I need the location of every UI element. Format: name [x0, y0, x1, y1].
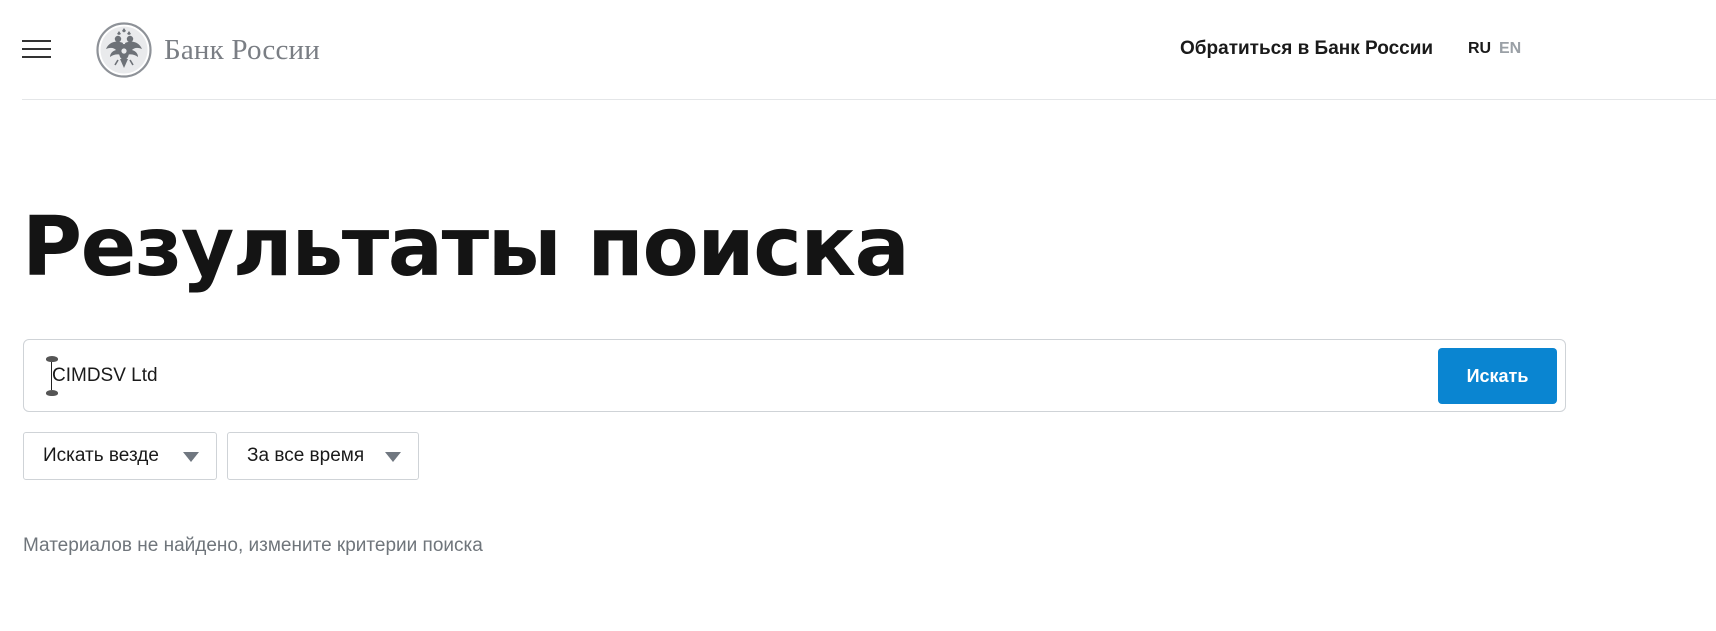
hamburger-menu-icon[interactable] [22, 38, 52, 60]
search-box: Искать [23, 339, 1566, 412]
period-dropdown[interactable]: За все время [227, 432, 419, 480]
no-results-message: Материалов не найдено, измените критерии… [23, 535, 483, 556]
scope-dropdown[interactable]: Искать везде [23, 432, 217, 480]
eagle-emblem-icon [96, 22, 152, 78]
language-en[interactable]: EN [1499, 40, 1521, 58]
search-input[interactable] [52, 352, 1402, 400]
triangle-down-icon [385, 452, 401, 462]
language-ru[interactable]: RU [1468, 40, 1491, 58]
site-header: Банк России Обратиться в Банк России RU … [22, 0, 1716, 100]
triangle-down-icon [183, 452, 199, 462]
site-logo[interactable]: Банк России [96, 21, 320, 79]
scope-dropdown-value: Искать везде [43, 445, 159, 466]
contact-bank-link[interactable]: Обратиться в Банк России [1180, 38, 1433, 60]
period-dropdown-value: За все время [247, 445, 365, 466]
page-title: Результаты поиска [22, 200, 910, 295]
logo-text: Банк России [164, 33, 320, 66]
search-button[interactable]: Искать [1438, 348, 1557, 404]
